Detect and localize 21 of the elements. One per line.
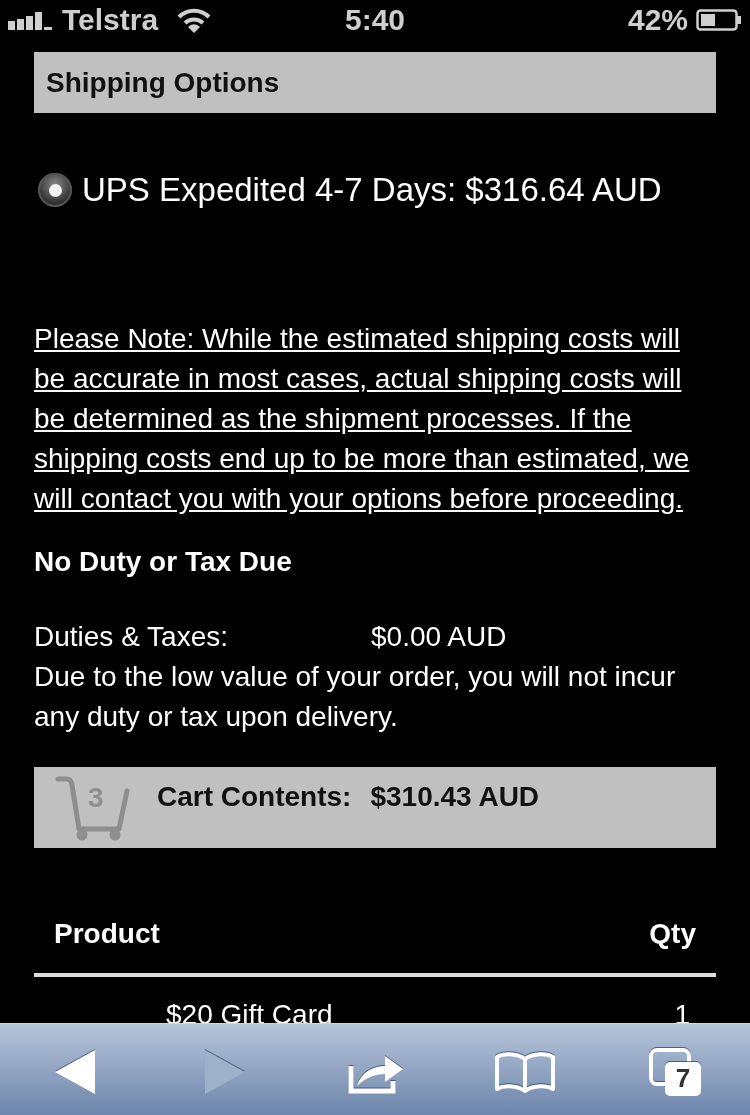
battery-icon bbox=[696, 9, 742, 31]
radio-button[interactable] bbox=[38, 173, 72, 207]
shipping-note: Please Note: While the estimated shipping costs will be accurate in most cases, actual shipping costs will be determined as the shipment processes. If the shipping costs end up to be more than estimated, we will contact you with your options before proceeding. bbox=[34, 322, 691, 516]
cart-label: Cart Contents: bbox=[157, 780, 352, 814]
signal-bars-icon bbox=[8, 10, 54, 30]
status-time: 5:40 bbox=[344, 3, 405, 37]
column-header: Qty bbox=[649, 917, 696, 951]
back-arrow-icon bbox=[55, 1049, 95, 1094]
duty-message: Due to the low value of your order, you will not incur any duty or tax upon delivery. bbox=[34, 660, 677, 734]
cart-total: $310.43 AUD bbox=[370, 780, 540, 814]
section-header: Shipping Options bbox=[34, 52, 716, 113]
wifi-icon bbox=[176, 7, 213, 33]
column-header: Product bbox=[54, 917, 160, 951]
shipping-option-label[interactable]: UPS Expedited 4-7 Days: $316.64 AUD bbox=[82, 171, 662, 209]
tabs-button[interactable]: 7 bbox=[645, 1043, 705, 1100]
duties-label: Duties & Taxes: bbox=[34, 620, 230, 654]
duty-heading: No Duty or Tax Due bbox=[34, 545, 293, 579]
book-icon bbox=[495, 1050, 555, 1093]
carrier-name: Telstra bbox=[62, 3, 159, 37]
duties-value: $0.00 AUD bbox=[371, 620, 507, 654]
battery-percent: 42% bbox=[627, 3, 688, 37]
